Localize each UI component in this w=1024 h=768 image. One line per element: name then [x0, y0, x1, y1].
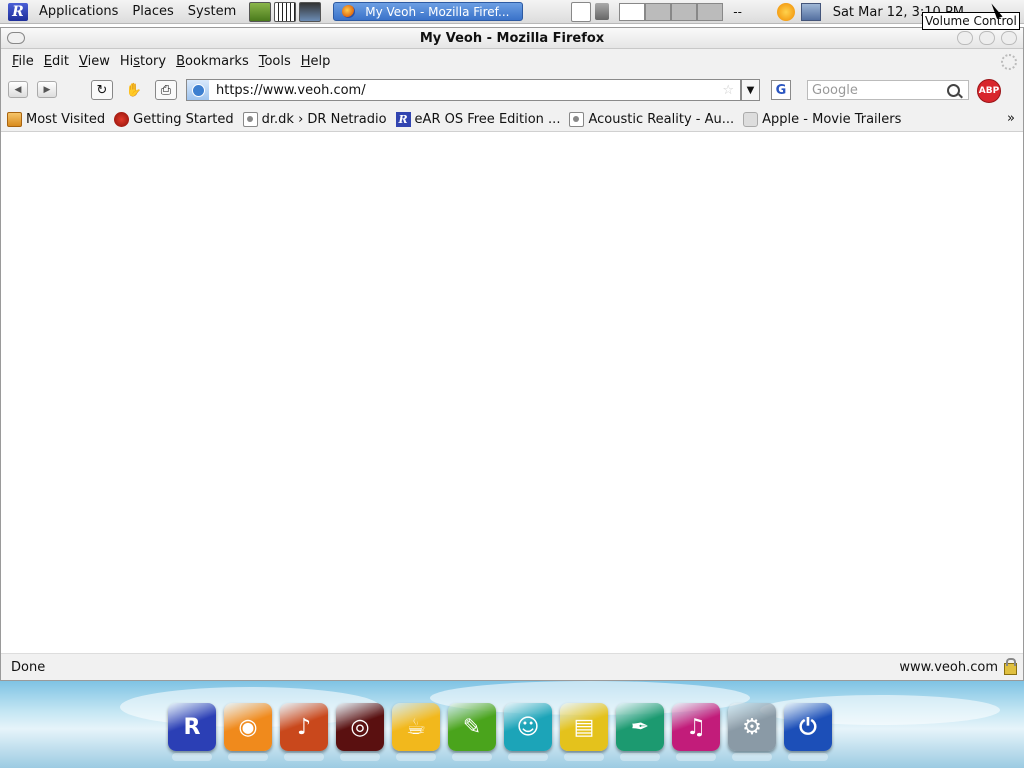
taskbar-button-firefox[interactable]: My Veoh - Mozilla Firef...	[333, 2, 524, 21]
dock-java-icon[interactable]: ☕	[392, 703, 440, 761]
search-engine-selector[interactable]: G	[771, 80, 791, 100]
search-input[interactable]: Google	[812, 83, 947, 98]
secure-lock-icon[interactable]	[1004, 658, 1017, 675]
system-monitor-launcher-icon[interactable]	[249, 1, 272, 22]
menu-file[interactable]: File	[7, 54, 39, 69]
bookmarks-overflow-chevron[interactable]: »	[1007, 111, 1015, 126]
bookmark-item[interactable]: Most Visited	[7, 111, 106, 127]
r-logo-icon: R	[395, 111, 411, 127]
network-icon[interactable]	[800, 3, 821, 21]
page-icon	[242, 111, 258, 127]
show-desktop-icon[interactable]	[571, 1, 592, 22]
top-panel: R Applications Places System My Veoh - M…	[0, 0, 1024, 24]
dock-media-icon[interactable]: ◎	[336, 703, 384, 761]
bookmark-label: Most Visited	[26, 111, 106, 127]
bookmark-label: Getting Started	[133, 111, 234, 127]
url-bar[interactable]: https://www.veoh.com/ ☆	[186, 79, 741, 101]
dock-settings-icon[interactable]: ⚙	[728, 703, 776, 761]
menu-help[interactable]: Help	[296, 54, 336, 69]
workspace-1[interactable]	[619, 2, 646, 21]
taskbar-button-label: My Veoh - Mozilla Firef...	[365, 4, 510, 19]
dock-music-icon[interactable]: ♫	[672, 703, 720, 761]
volume-control-tooltip: Volume Control	[922, 12, 1020, 30]
workspace-3[interactable]	[671, 2, 698, 21]
reload-button[interactable]: ↻	[91, 80, 113, 100]
bug-icon	[114, 111, 130, 127]
menubar: File Edit View History Bookmarks Tools Help	[1, 49, 1023, 73]
menu-history[interactable]: History	[115, 54, 171, 69]
back-button[interactable]: ◀	[8, 81, 28, 98]
dock-ear-os-icon[interactable]: R	[168, 703, 216, 761]
bookmark-item[interactable]: Getting Started	[114, 111, 234, 127]
dock-files-icon[interactable]: ▤	[560, 703, 608, 761]
dock-writer-icon[interactable]: ✒	[616, 703, 664, 761]
site-identity-icon[interactable]	[187, 80, 209, 100]
panel-menu-system[interactable]: System	[185, 4, 239, 19]
audio-launcher-icon[interactable]	[299, 1, 322, 22]
dock-guitar-icon[interactable]: ♪	[280, 703, 328, 761]
panel-menu-places[interactable]: Places	[129, 4, 176, 19]
bookmark-item[interactable]: Acoustic Reality - Au...	[569, 111, 735, 127]
bookmark-label: dr.dk › DR Netradio	[261, 111, 387, 127]
bookmark-label: Acoustic Reality - Au...	[588, 111, 735, 127]
bookmark-star-icon[interactable]: ☆	[722, 83, 734, 98]
folder-icon	[7, 111, 22, 127]
workspace-2[interactable]	[645, 2, 672, 21]
dock-messenger-icon[interactable]: ☺	[504, 703, 552, 761]
close-icon[interactable]	[1001, 31, 1017, 45]
maximize-icon[interactable]	[979, 31, 995, 45]
bookmark-label: eAR OS Free Edition ...	[414, 111, 561, 127]
firefox-icon	[342, 5, 356, 18]
firefox-window: My Veoh - Mozilla Firefox File Edit View Hi…	[0, 27, 1024, 681]
apple-icon	[743, 111, 759, 127]
bookmarks-toolbar: Most Visited Getting Started dr.dk › DR Ne…	[1, 107, 1023, 132]
forward-button[interactable]: ▶	[37, 81, 57, 98]
workspace-4[interactable]	[697, 2, 724, 21]
piano-launcher-icon[interactable]	[274, 1, 297, 22]
search-box[interactable]: Google	[807, 80, 969, 100]
dock-photo-editor-icon[interactable]: ✎	[448, 703, 496, 761]
bookmark-item[interactable]: Apple - Movie Trailers	[743, 111, 902, 127]
bookmark-label: Apple - Movie Trailers	[762, 111, 902, 127]
page-content[interactable]	[1, 133, 1023, 652]
menu-bookmarks[interactable]: Bookmarks	[171, 54, 254, 69]
url-history-dropdown[interactable]: ▼	[741, 79, 760, 101]
bookmark-item[interactable]: ReAR OS Free Edition ...	[395, 111, 561, 127]
navigation-toolbar: ◀ ▶ ↻ ✋ ⎙ https://www.veoh.com/ ☆ ▼ G Go…	[1, 73, 1023, 107]
print-button[interactable]: ⎙	[155, 80, 177, 100]
status-bar: Done www.veoh.com	[1, 653, 1023, 680]
dock-power-icon[interactable]: ⏻	[784, 703, 832, 761]
application-dock: R ◉ ♪ ◎ ☕ ✎ ☺ ▤ ✒ ♫ ⚙ ⏻	[168, 703, 832, 761]
throbber-icon	[1001, 54, 1017, 70]
status-domain: www.veoh.com	[899, 659, 998, 675]
window-menu-icon[interactable]	[7, 32, 25, 44]
workspace-switcher[interactable]	[619, 2, 724, 21]
minimize-icon[interactable]	[957, 31, 973, 45]
window-titlebar[interactable]: My Veoh - Mozilla Firefox	[1, 28, 1023, 49]
grab-hand-button[interactable]: ✋	[123, 80, 145, 100]
page-icon	[569, 111, 585, 127]
weather-sun-icon[interactable]	[776, 3, 795, 21]
distro-logo-icon[interactable]: R	[8, 2, 28, 21]
trash-icon[interactable]	[595, 3, 610, 20]
search-icon[interactable]	[947, 83, 960, 97]
adblock-plus-button[interactable]: ABP	[977, 79, 1001, 103]
bookmark-item[interactable]: dr.dk › DR Netradio	[242, 111, 387, 127]
panel-menu-applications[interactable]: Applications	[36, 4, 121, 19]
workspace-indicator: --	[733, 4, 742, 19]
status-text: Done	[11, 659, 46, 675]
menu-edit[interactable]: Edit	[39, 54, 74, 69]
window-title: My Veoh - Mozilla Firefox	[419, 30, 605, 46]
dock-browser-icon[interactable]: ◉	[224, 703, 272, 761]
menu-tools[interactable]: Tools	[254, 54, 296, 69]
menu-view[interactable]: View	[74, 54, 115, 69]
url-input[interactable]: https://www.veoh.com/	[216, 83, 722, 98]
